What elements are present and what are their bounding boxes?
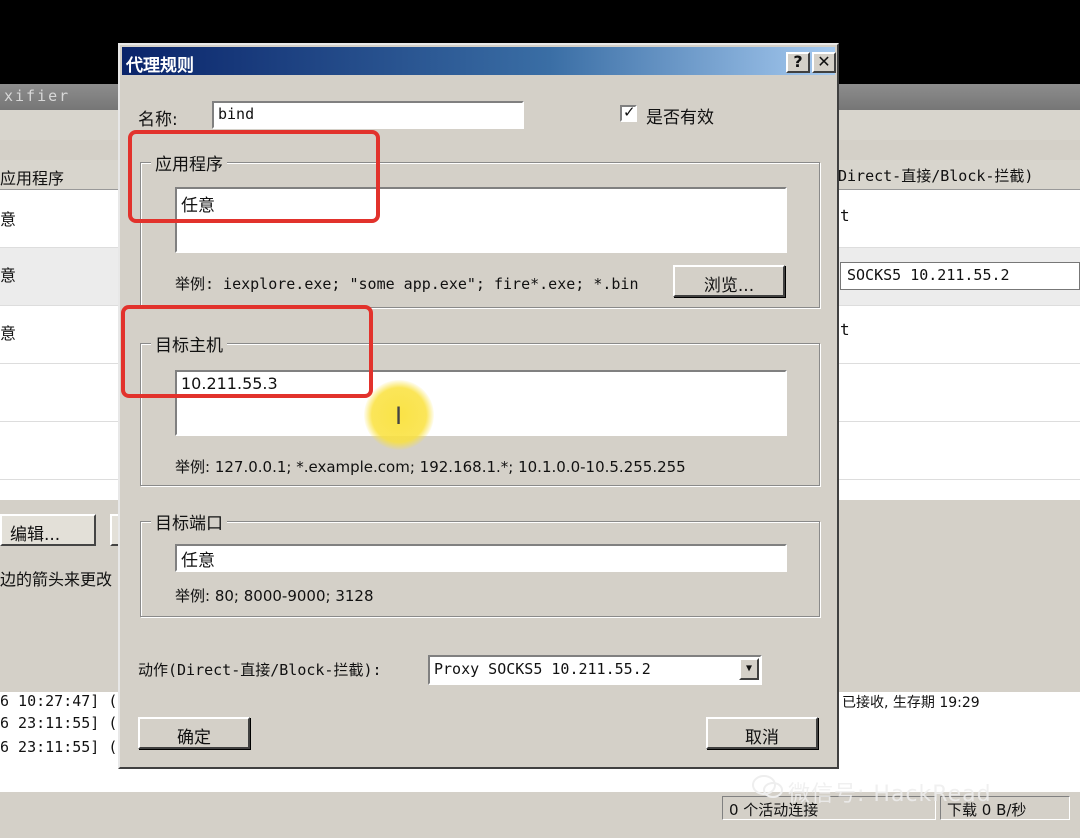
enabled-checkbox[interactable]: ✓ [620,103,637,122]
ok-button[interactable]: 确定 [138,717,250,749]
column-header-action[interactable]: Direct-直接/Block-拦截) [838,165,1033,186]
log-line-right: 已接收, 生存期 19:29 [842,695,980,711]
chevron-down-icon[interactable]: ▼ [739,658,759,680]
target-ports-group: 目标端口 任意 举例: 80; 8000-9000; 3128 [140,509,820,617]
annotation-box-applications [128,130,380,223]
action-select[interactable]: Proxy SOCKS5 10.211.55.2 ▼ [428,655,762,685]
cancel-button[interactable]: 取消 [706,717,818,749]
target-ports-input[interactable]: 任意 [175,544,787,572]
row-action: t [840,320,850,339]
target-hosts-example: 举例: 127.0.0.1; *.example.com; 192.168.1.… [175,458,686,476]
log-line: 6 23:11:55] ( [0,714,118,732]
log-line: 6 23:11:55] ( [0,738,118,756]
text-cursor-icon: I [395,402,403,430]
target-ports-legend: 目标端口 [151,509,227,534]
name-label: 名称: [138,110,178,130]
log-line: 6 10:27:47] ( [0,692,118,710]
action-select-value: Proxy SOCKS5 10.211.55.2 [434,660,651,678]
watermark-text: 微信号: HackRead [788,782,992,807]
row-action: t [840,206,850,225]
action-label: 动作(Direct-直接/Block-拦截): [138,661,382,679]
applications-example: 举例: iexplore.exe; "some app.exe"; fire*.… [175,275,639,293]
browse-button[interactable]: 浏览... [673,265,785,297]
enabled-label: 是否有效 [646,108,714,128]
hint-text: 边的箭头来更改 [0,570,113,589]
dialog-title: 代理规则 [126,56,194,76]
close-button[interactable]: ✕ [812,52,836,73]
row-app: 意 [0,266,17,285]
name-input[interactable]: bind [212,101,524,129]
row-app: 意 [0,210,17,229]
dialog-title-bar[interactable]: 代理规则 ? ✕ [122,47,836,76]
edit-button[interactable]: 编辑... [0,514,96,546]
check-icon: ✓ [623,103,636,121]
wechat-icon [752,775,783,798]
row-action-select[interactable]: SOCKS5 10.211.55.2 [840,262,1080,290]
target-ports-example: 举例: 80; 8000-9000; 3128 [175,587,374,605]
help-button[interactable]: ? [786,52,810,73]
row-app: 意 [0,324,17,343]
annotation-box-target-hosts [121,305,373,398]
column-header-application[interactable]: 应用程序 [0,165,64,189]
